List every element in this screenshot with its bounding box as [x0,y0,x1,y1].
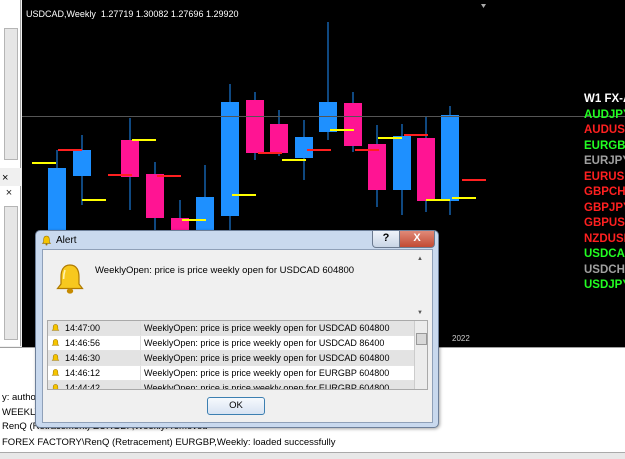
help-button[interactable]: ? [372,231,400,248]
bell-icon [51,369,60,376]
fx-pair-label: W1 FX-A [584,93,625,105]
candle-body [73,150,91,176]
candle-body [270,124,288,153]
fx-pair-label: USDCAI [584,248,625,260]
column-divider [140,336,141,350]
alert-dialog: Alert ? X WeeklyOpen: price is price wee… [35,230,439,428]
bell-icon [41,235,52,246]
alert-row[interactable]: 14:47:00 WeeklyOpen: price is price weekl… [48,321,414,336]
fx-pair-label: GBPCHI [584,186,625,198]
fx-pair-label: AUDJPY [584,108,625,121]
fx-pair-label: GBPUSI [584,217,625,229]
alert-row[interactable]: 14:46:30 WeeklyOpen: price is price weekl… [48,351,414,366]
list-scrollbar[interactable] [414,321,427,389]
candle-body [48,168,66,230]
alert-time: 14:46:56 [65,338,101,348]
fx-pair-label: EURJPY [584,155,625,167]
candle-body [221,102,239,216]
axis-year-label: 2022 [452,334,470,343]
market-watch-panel: × [0,186,21,346]
dialog-body: WeeklyOpen: price is price weekly open f… [42,249,433,423]
column-divider [140,381,141,389]
alert-text: WeeklyOpen: price is price weekly open f… [144,323,390,333]
log-line: FOREX FACTORY\RenQ (Retracement) EURGBP,… [2,437,336,448]
alert-message: WeeklyOpen: price is price weekly open f… [95,265,355,276]
alert-text: WeeklyOpen: price is price weekly open f… [144,368,390,378]
fx-pair-label: AUDUSI [584,124,625,136]
column-divider [140,321,141,335]
close-icon[interactable]: × [2,187,16,199]
alert-bell-icon [56,264,84,294]
navigator-scrollbar[interactable] [4,28,18,160]
fx-pair-label: GBPJPY [584,201,625,214]
candle-body [146,174,164,218]
alert-text: WeeklyOpen: price is price weekly open f… [144,353,390,363]
fx-pair-label: USDJPY [584,279,625,291]
alert-time: 14:46:12 [65,368,101,378]
message-area: WeeklyOpen: price is price weekly open f… [43,250,432,324]
alert-row[interactable]: 14:46:56 WeeklyOpen: price is price weekl… [48,336,414,351]
candle-body [246,100,264,153]
bell-icon [51,324,60,331]
candle-body [417,138,435,201]
scrollbar-thumb[interactable] [416,333,427,345]
alert-text: WeeklyOpen: price is price weekly open f… [144,338,385,348]
close-button[interactable]: X [399,231,435,248]
fx-pair-label: EURGBI [584,139,625,152]
column-divider [140,366,141,380]
alert-text: WeeklyOpen: price is price weekly open f… [144,383,390,390]
bell-icon [51,354,60,361]
fx-pair-label: NZDUSI [584,232,625,245]
log-line: y: author [2,392,39,403]
candle-body [393,136,411,190]
chart-title: USDCAD,Weekly 1.27719 1.30082 1.27696 1.… [26,9,239,19]
candle-body [121,140,139,177]
fx-pair-label: EURUSI [584,170,625,183]
bell-icon [52,384,59,389]
market-watch-scrollbar[interactable] [4,206,18,340]
bell-icon [51,339,60,346]
alert-row[interactable]: 14:44:42 WeeklyOpen: price is price weekl… [48,381,414,390]
fx-pairs-list: W1 FX-A AUDJPY AUDUSI EURGBI EURJPY EURUSI GBP… [584,92,625,294]
dialog-title: Alert [56,235,77,246]
ok-button[interactable]: OK [207,397,265,415]
panel-close-icon[interactable]: × [2,172,8,184]
alert-time: 14:44:42 [65,383,101,390]
alert-time: 14:47:00 [65,323,101,333]
candle-body [295,137,313,158]
shift-marker-icon [481,4,486,8]
scroll-up-icon[interactable]: ▲ [417,256,423,262]
scroll-down-icon[interactable]: ▼ [417,310,423,316]
alert-history-list[interactable]: 14:47:00 WeeklyOpen: price is price weekl… [47,320,428,390]
navigator-panel [0,0,21,168]
price-level-line [22,116,625,117]
alert-row[interactable]: 14:46:12 WeeklyOpen: price is price weekl… [48,366,414,381]
column-divider [140,351,141,365]
candle-body [319,102,337,132]
candle-body [344,103,362,146]
alert-time: 14:46:30 [65,353,101,363]
candle-body [441,115,459,201]
fx-pair-label: USDCHI [584,263,625,276]
